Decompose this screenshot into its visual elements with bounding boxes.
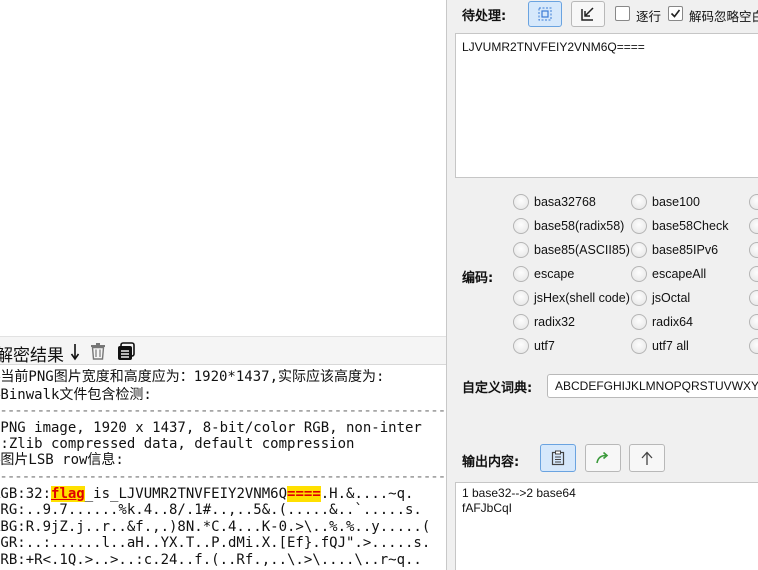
- result-line: BRG:..9.7......%k.4..8/.1#..,..5&.(.....…: [0, 502, 422, 518]
- encoding-option-label: escape: [534, 267, 575, 281]
- input-textarea[interactable]: LJVUMR2TNVFEIY2VNM6Q====: [455, 33, 758, 178]
- encoding-radio[interactable]: [631, 290, 647, 306]
- encoding-radio[interactable]: [749, 242, 758, 258]
- encoding-option-label: basa32768: [534, 195, 596, 209]
- output-line: fAFJbCqI: [462, 501, 513, 515]
- encoding-option-label: radix64: [652, 315, 693, 329]
- encoding-radio[interactable]: [513, 290, 529, 306]
- result-line: RGB:32:flag_is_LJVUMR2TNVFEIY2VNM6Q====.…: [0, 486, 413, 503]
- result-toolbar: 解密结果: [0, 336, 446, 366]
- result-line: GRB:+R<.1Q.>..>..:c.24..f.(..Rf.,..\.>\.…: [0, 552, 422, 568]
- result-text-area[interactable]: ◆当前PNG图片宽度和高度应为：1920*1437,实际应该高度为: ◆Binwa…: [0, 364, 446, 570]
- encoding-option-label: escapeAll: [652, 267, 707, 281]
- encoding-option-label: utf7 all: [652, 339, 689, 353]
- encoding-label: 编码:: [462, 271, 494, 286]
- pending-label: 待处理:: [462, 9, 507, 24]
- arrow-up-icon: [641, 451, 653, 465]
- result-line: BGR:..:......l..aH..YX.T..P.dMi.X.[Ef}.f…: [0, 535, 431, 551]
- encoding-radio[interactable]: [513, 194, 529, 210]
- encoding-option-label: radix32: [534, 315, 575, 329]
- result-title: 解密结果: [0, 346, 64, 366]
- result-line: ----------------------------------------…: [0, 403, 446, 419]
- encoding-radio[interactable]: [631, 266, 647, 282]
- encoding-option-label: jsHex(shell code): [534, 291, 630, 305]
- copy-all-icon[interactable]: [116, 341, 136, 361]
- encoding-option-label: jsOctal: [652, 291, 691, 305]
- encoding-option-label: utf7: [534, 339, 555, 353]
- encoding-option-label: base58Check: [652, 219, 729, 233]
- encoding-radio[interactable]: [749, 218, 758, 234]
- encoding-radio[interactable]: [749, 314, 758, 330]
- import-arrow-icon: [581, 7, 594, 21]
- encoding-radio[interactable]: [513, 266, 529, 282]
- ignore-whitespace-label: 解码忽略空白: [689, 9, 758, 24]
- check-icon: [670, 9, 681, 18]
- encoding-radio[interactable]: [749, 338, 758, 354]
- result-line: 2:Zlib compressed data, default compress…: [0, 436, 355, 452]
- encoding-radio[interactable]: [513, 218, 529, 234]
- result-line-text: _is_LJVUMR2TNVFEIY2VNM6Q: [84, 486, 288, 502]
- result-line: ----------------------------------------…: [0, 469, 446, 485]
- result-line: RBG:R.9jZ.j..r..&f.,.)8N.*C.4...K-0.>\..…: [0, 519, 431, 535]
- encoding-radio[interactable]: [631, 338, 647, 354]
- encoding-radio[interactable]: [749, 194, 758, 210]
- select-all-button[interactable]: [528, 1, 562, 27]
- trash-icon[interactable]: [88, 341, 108, 361]
- encoding-option-label: base100: [652, 195, 700, 209]
- output-line: 1 base32-->2 base64: [462, 486, 576, 500]
- result-line-text: .H.&....~q.: [320, 486, 414, 502]
- line-by-line-label: 逐行: [636, 9, 662, 24]
- copy-output-button[interactable]: [540, 444, 576, 472]
- flag-highlight: flag: [51, 486, 85, 502]
- sort-down-icon[interactable]: [70, 343, 80, 361]
- encoding-option-label: base85(ASCII85): [534, 243, 630, 257]
- result-line: ◆Binwalk文件包含检测:: [0, 387, 152, 403]
- result-line: ◆当前PNG图片宽度和高度应为：1920*1437,实际应该高度为:: [0, 369, 385, 385]
- clipboard-icon: [551, 450, 565, 466]
- output-textarea[interactable]: 1 base32-->2 base64 fAFJbCqI: [455, 482, 758, 570]
- encoding-radio[interactable]: [631, 242, 647, 258]
- encoding-radio[interactable]: [749, 266, 758, 282]
- line-by-line-checkbox[interactable]: [615, 6, 630, 21]
- encoding-radio[interactable]: [513, 314, 529, 330]
- output-label: 输出内容:: [462, 455, 520, 470]
- result-line-text: RGB:32:: [0, 486, 52, 502]
- result-line: ◆图片LSB row信息:: [0, 452, 124, 468]
- decrypt-result-window: 解密结果 ◆当前PNG图片宽度和高度应为：1920*1437,实际应该高度为: ◆…: [0, 0, 446, 570]
- result-line: :PNG image, 1920 x 1437, 8-bit/color RGB…: [0, 420, 422, 436]
- encoding-radio[interactable]: [631, 194, 647, 210]
- encoding-option-label: base85IPv6: [652, 243, 719, 257]
- select-all-icon: [538, 7, 552, 21]
- ignore-whitespace-checkbox[interactable]: [668, 6, 683, 21]
- share-arrow-icon: [596, 451, 609, 464]
- custom-dict-label: 自定义词典:: [462, 381, 533, 396]
- encoding-radio[interactable]: [749, 290, 758, 306]
- move-up-button[interactable]: [629, 444, 665, 472]
- encoding-radio[interactable]: [513, 338, 529, 354]
- encoding-radio[interactable]: [631, 218, 647, 234]
- codec-tool-window: 待处理: 逐行 解码忽略空白 LJVUMR2TNVFEIY2VNM6Q==== …: [446, 0, 758, 570]
- encoding-option-label: base58(radix58): [534, 219, 625, 233]
- encoding-radio[interactable]: [631, 314, 647, 330]
- custom-dict-input[interactable]: ABCDEFGHIJKLMNOPQRSTUVWXYZ: [547, 374, 758, 398]
- forward-output-button[interactable]: [585, 444, 621, 472]
- import-button[interactable]: [571, 1, 605, 27]
- encoding-radio[interactable]: [513, 242, 529, 258]
- padding-highlight: ====: [287, 486, 321, 502]
